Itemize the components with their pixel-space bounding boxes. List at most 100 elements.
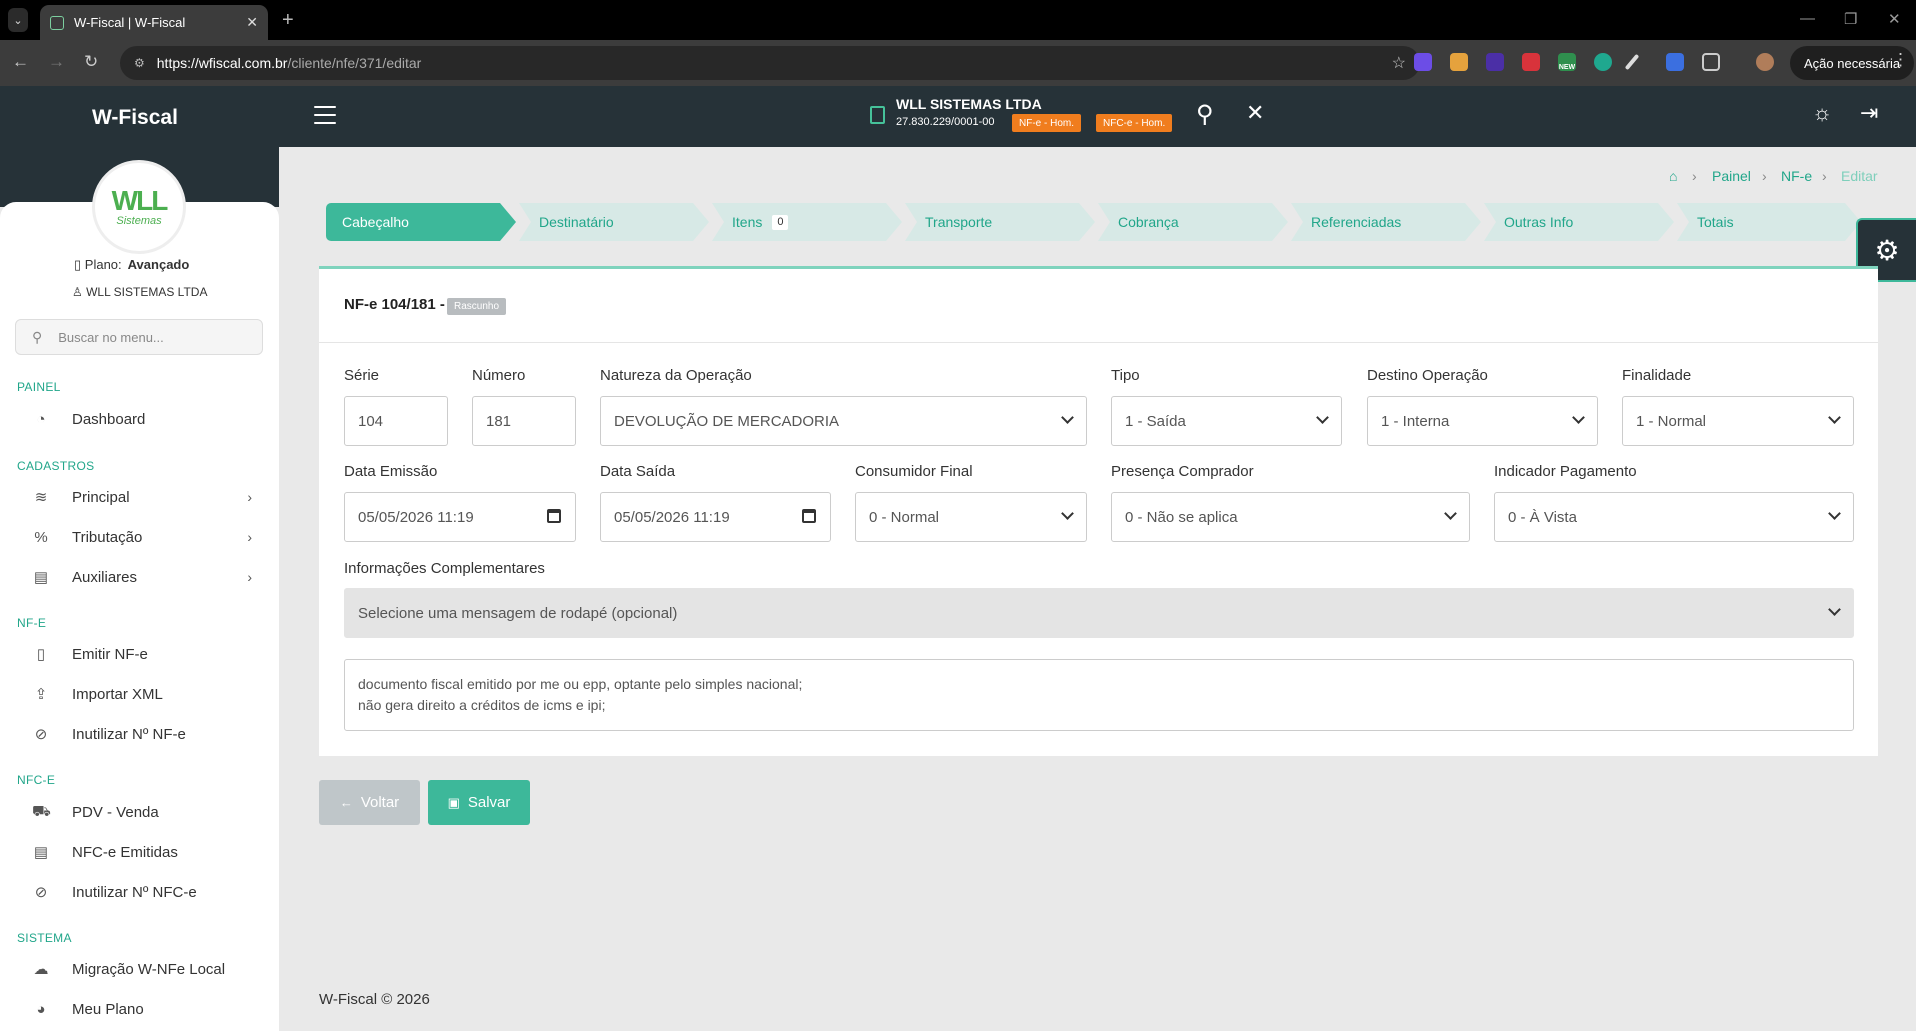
calendar-icon[interactable] (547, 509, 561, 523)
step-destinatario[interactable]: Destinatário (519, 203, 709, 241)
back-arrow-icon[interactable]: ← (12, 52, 29, 72)
consumidor-select[interactable]: 0 - Normal (855, 492, 1087, 542)
sidebar-item-tributacao[interactable]: % Tributação › (32, 522, 252, 552)
save-button[interactable]: ▣ Salvar (428, 780, 530, 825)
address-bar: ← → ↻ ⚙ https://wfiscal.com.br /cliente/… (0, 40, 1916, 86)
home-icon[interactable]: ⌂ (1669, 168, 1677, 184)
serie-field[interactable]: 104 (344, 396, 448, 446)
profile-avatar[interactable] (1756, 53, 1774, 71)
calendar-icon[interactable] (802, 509, 816, 523)
natureza-label: Natureza da Operação (600, 367, 752, 384)
cart-icon: ⛟ (32, 802, 51, 820)
chevron-right-icon: › (247, 569, 252, 585)
site-info-icon[interactable]: ⚙ (134, 56, 145, 70)
extension-4-icon[interactable] (1522, 53, 1540, 71)
close-icon[interactable]: ✕ (1246, 100, 1264, 126)
step-itens[interactable]: Itens 0 (712, 203, 902, 241)
nfe-env-badge: NF-e - Hom. (1012, 114, 1081, 132)
extensions-puzzle-icon[interactable] (1702, 53, 1720, 71)
footer-copyright: W-Fiscal © 2026 (319, 991, 430, 1008)
sidebar-item-emitir-nfe[interactable]: ▯ Emitir NF-e (32, 639, 252, 669)
extension-8-icon[interactable] (1666, 53, 1684, 71)
emissao-datetime[interactable]: 05/05/2026 11:19 (344, 492, 576, 542)
step-transporte[interactable]: Transporte (905, 203, 1095, 241)
url-field[interactable]: ⚙ https://wfiscal.com.br /cliente/nfe/37… (120, 46, 1420, 80)
document-icon: ▯ (36, 646, 46, 663)
step-referenciadas[interactable]: Referenciadas (1291, 203, 1481, 241)
reload-icon[interactable]: ↻ (84, 52, 98, 72)
file-import-icon: ⇪ (34, 686, 48, 703)
close-tab-icon[interactable]: ✕ (246, 14, 258, 31)
restore-icon[interactable]: ❐ (1844, 10, 1857, 28)
info-textarea[interactable]: documento fiscal emitido por me ou epp, … (344, 659, 1854, 731)
breadcrumb-painel[interactable]: Painel (1712, 168, 1751, 184)
saida-datetime[interactable]: 05/05/2026 11:19 (600, 492, 831, 542)
chevron-down-icon (1316, 411, 1329, 424)
sidebar-item-label: NFC-e Emitidas (72, 843, 178, 861)
extension-new-icon[interactable]: NEW (1558, 53, 1576, 71)
extension-6-icon[interactable] (1594, 53, 1612, 71)
chevron-down-icon (1828, 603, 1841, 616)
sidebar-item-inutilizar-nfe[interactable]: ⊘ Inutilizar Nº NF-e (32, 719, 252, 749)
sidebar-item-inutilizar-nfce[interactable]: ⊘ Inutilizar Nº NFC-e (32, 877, 252, 907)
tab-search-icon[interactable]: ⌄ (8, 8, 28, 32)
footer-message-select[interactable]: Selecione uma mensagem de rodapé (opcion… (344, 588, 1854, 638)
browser-menu-icon[interactable]: ⋮ (1892, 50, 1909, 70)
chevron-right-icon: › (247, 489, 252, 505)
pagamento-label: Indicador Pagamento (1494, 463, 1637, 480)
step-cobranca[interactable]: Cobrança (1098, 203, 1288, 241)
search-icon[interactable]: ⚲ (1196, 100, 1214, 129)
company-cnpj: 27.830.229/0001-00 (896, 116, 995, 128)
extension-2-icon[interactable] (1450, 53, 1468, 71)
sidebar-item-importar-xml[interactable]: ⇪ Importar XML (32, 679, 252, 709)
destino-select[interactable]: 1 - Interna (1367, 396, 1598, 446)
sidebar-item-label: Emitir NF-e (72, 645, 148, 663)
info-label: Informações Complementares (344, 560, 545, 577)
sidebar-item-nfce-emitidas[interactable]: ▤ NFC-e Emitidas (32, 837, 252, 867)
table-icon: ▤ (33, 569, 49, 586)
sidebar-item-pdv[interactable]: ⛟ PDV - Venda (32, 797, 252, 827)
serie-label: Série (344, 367, 380, 384)
theme-sun-icon[interactable]: ☼ (1812, 100, 1832, 126)
sidebar-item-auxiliares[interactable]: ▤ Auxiliares › (32, 562, 252, 592)
new-tab-icon[interactable]: + (282, 9, 294, 32)
step-totais[interactable]: Totais (1677, 203, 1861, 241)
tipo-select[interactable]: 1 - Saída (1111, 396, 1342, 446)
sidebar-item-migracao[interactable]: ☁ Migração W-NFe Local (32, 954, 252, 984)
finalidade-label: Finalidade (1622, 367, 1692, 384)
user-info: ♙ WLL SISTEMAS LTDA (72, 285, 207, 299)
extension-1-icon[interactable] (1414, 53, 1432, 71)
sidebar-item-meu-plano[interactable]: ◕ Meu Plano (32, 994, 252, 1024)
breadcrumb-nfe[interactable]: NF-e (1781, 168, 1812, 184)
chevron-down-icon (1828, 507, 1841, 520)
numero-field[interactable]: 181 (472, 396, 576, 446)
bookmark-star-icon[interactable]: ☆ (1392, 53, 1406, 73)
gauge-icon: ◔ (36, 410, 46, 428)
natureza-select[interactable]: DEVOLUÇÃO DE MERCADORIA (600, 396, 1087, 446)
sidebar-item-principal[interactable]: ≋ Principal › (32, 482, 252, 512)
ban-icon: ⊘ (34, 884, 48, 901)
back-button[interactable]: ← Voltar (319, 780, 420, 825)
presenca-value: 0 - Não se aplica (1125, 508, 1238, 526)
presenca-select[interactable]: 0 - Não se aplica (1111, 492, 1470, 542)
save-label: Salvar (467, 794, 511, 811)
minimize-icon[interactable]: — (1800, 10, 1815, 27)
section-nfe: NF-E (17, 616, 47, 630)
step-cabecalho[interactable]: Cabeçalho (326, 203, 516, 241)
extension-pen-icon[interactable] (1624, 53, 1640, 71)
plan-icon: ▯ (74, 257, 82, 272)
close-window-icon[interactable]: ✕ (1888, 10, 1901, 28)
forward-arrow-icon[interactable]: → (48, 52, 65, 72)
extension-3-icon[interactable] (1486, 53, 1504, 71)
step-outras-info[interactable]: Outras Info (1484, 203, 1674, 241)
percent-icon: % (34, 528, 48, 546)
menu-toggle-icon[interactable] (314, 106, 336, 124)
logout-icon[interactable]: ⇥ (1860, 100, 1878, 126)
finalidade-select[interactable]: 1 - Normal (1622, 396, 1854, 446)
sidebar-item-dashboard[interactable]: ◔ Dashboard (32, 404, 252, 434)
chevron-down-icon (1572, 411, 1585, 424)
menu-search-input[interactable]: ⚲ Buscar no menu... (15, 319, 263, 355)
sidebar-item-label: Inutilizar Nº NF-e (72, 725, 186, 743)
browser-tab[interactable]: W-Fiscal | W-Fiscal ✕ (40, 5, 268, 40)
pagamento-select[interactable]: 0 - À Vista (1494, 492, 1854, 542)
